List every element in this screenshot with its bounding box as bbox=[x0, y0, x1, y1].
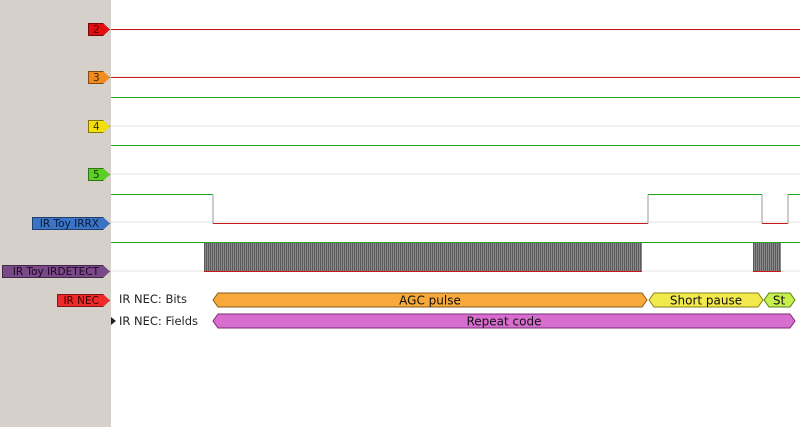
decoder-bits-row: AGC pulse Short pause St bbox=[212, 292, 796, 308]
decoder-ir-nec-badge[interactable]: IR NEC bbox=[57, 294, 110, 307]
carrier-burst bbox=[204, 243, 780, 271]
expand-fields-icon[interactable] bbox=[111, 317, 116, 325]
waveform-area[interactable]: AGC pulse Short pause St Repeat code bbox=[111, 0, 800, 427]
channel-sidebar: 2 3 4 5 IR Toy IRRX IR Toy IRDETECT IR N… bbox=[0, 0, 111, 427]
channel-irrx-badge[interactable]: IR Toy IRRX bbox=[32, 217, 110, 230]
trace-irdetect bbox=[111, 242, 800, 272]
bit-agc-pulse-label: AGC pulse bbox=[399, 294, 461, 308]
decoder-row-bits-label: IR NEC: Bits bbox=[119, 292, 188, 306]
channel-2-badge[interactable]: 2 bbox=[88, 23, 110, 36]
channel-4-badge[interactable]: 4 bbox=[88, 120, 110, 133]
trace-canvas: AGC pulse Short pause St Repeat code bbox=[111, 29, 800, 329]
decoder-row-fields-label: IR NEC: Fields bbox=[119, 314, 199, 328]
field-repeat-code-label: Repeat code bbox=[467, 315, 542, 329]
channel-irdetect-badge[interactable]: IR Toy IRDETECT bbox=[2, 265, 110, 278]
decoder-fields-row: Repeat code bbox=[212, 313, 796, 329]
trace-irrx bbox=[111, 194, 800, 224]
bit-short-pause-label: Short pause bbox=[670, 294, 742, 308]
grid-lines bbox=[111, 29, 800, 272]
channel-5-badge[interactable]: 5 bbox=[88, 168, 110, 181]
channel-3-badge[interactable]: 3 bbox=[88, 71, 110, 84]
bit-st-label: St bbox=[773, 294, 786, 308]
